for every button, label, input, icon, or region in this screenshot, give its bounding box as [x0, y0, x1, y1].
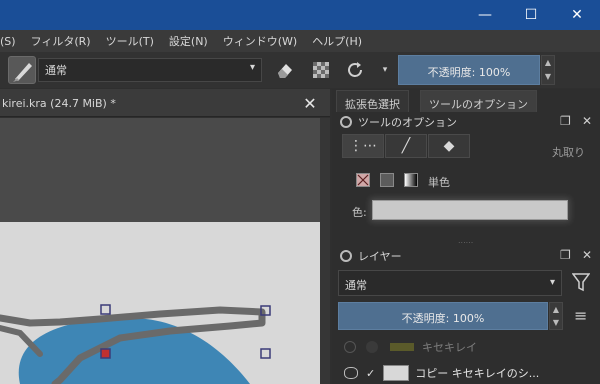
minimize-icon[interactable]: —	[462, 0, 508, 30]
menu-settings[interactable]: 設定(N)	[164, 33, 218, 49]
filter-icon[interactable]	[571, 272, 591, 295]
gradient-fill-swatch[interactable]	[404, 173, 418, 187]
blend-mode-select[interactable]: 通常 ▾	[38, 58, 262, 82]
layer-thumbnail	[390, 343, 414, 351]
menu-bar: (S) フィルタ(R) ツール(T) 設定(N) ウィンドウ(W) ヘルプ(H)	[0, 30, 600, 52]
eye-icon[interactable]	[344, 367, 358, 379]
menu-tools[interactable]: ツール(T)	[101, 33, 164, 49]
menu-help[interactable]: ヘルプ(H)	[307, 33, 372, 49]
solid-fill-swatch[interactable]	[380, 173, 394, 187]
tool-options-title: ツールのオプション	[358, 116, 457, 129]
tab-tool-options[interactable]: ツールのオプション	[420, 90, 537, 112]
menu-window[interactable]: ウィンドウ(W)	[218, 33, 307, 49]
tab-fill[interactable]: ◆	[428, 134, 470, 158]
close-docker-icon[interactable]: ✕	[582, 248, 592, 262]
maximize-icon[interactable]: ☐	[508, 0, 554, 30]
tab-extended-color-selector[interactable]: 拡張色選択	[336, 90, 409, 112]
layer-blend-mode-select[interactable]: 通常 ▾	[338, 270, 562, 296]
layer-blend-mode-value: 通常	[345, 279, 367, 292]
layer-thumbnail	[383, 365, 410, 381]
opacity-slider[interactable]: 不透明度: 100%	[398, 55, 540, 85]
menu-select[interactable]: (S)	[0, 35, 26, 48]
splitter-handle[interactable]: ......	[458, 236, 473, 245]
no-fill-swatch[interactable]	[356, 173, 370, 187]
document-tab-title: kirei.kra (24.7 MiB) *	[2, 97, 116, 110]
canvas-drawing[interactable]	[0, 118, 330, 384]
color-picker-field[interactable]	[372, 200, 568, 220]
canvas-scrollbar[interactable]	[320, 118, 330, 384]
close-docker-icon[interactable]: ✕	[582, 114, 592, 128]
layers-title: レイヤー	[358, 250, 402, 263]
visibility-icon[interactable]	[344, 341, 356, 353]
hamburger-menu-icon[interactable]: ≡	[574, 306, 587, 325]
layer-toggle-icon[interactable]	[366, 341, 378, 353]
tab-selection-mode[interactable]: ⋮⋯	[342, 134, 384, 158]
alpha-lock-icon[interactable]	[308, 58, 334, 82]
fill-mode-label: 単色	[428, 176, 450, 189]
opacity-spinner[interactable]: ▲ ▼	[541, 55, 555, 85]
chevron-down-icon: ▾	[249, 62, 255, 73]
layer-opacity-spinner[interactable]: ▲ ▼	[549, 302, 563, 330]
lock-icon[interactable]	[340, 116, 352, 128]
menu-filter[interactable]: フィルタ(R)	[26, 33, 101, 49]
layer-opacity-slider[interactable]: 不透明度: 100%	[338, 302, 548, 330]
layer-name[interactable]: コピー キセキレイのシ...	[415, 365, 539, 381]
side-label: 丸取り	[552, 146, 585, 159]
color-label: 色:	[352, 206, 367, 219]
document-tab[interactable]: kirei.kra (24.7 MiB) *	[0, 89, 330, 117]
brush-preset-icon[interactable]	[8, 56, 36, 84]
chevron-down-icon[interactable]: ▾	[372, 58, 398, 82]
checkmark-icon[interactable]: ✓	[366, 367, 375, 380]
tab-stroke[interactable]: ╱	[385, 134, 427, 158]
lock-icon[interactable]	[340, 250, 352, 262]
float-docker-icon[interactable]: ❐	[560, 114, 571, 128]
chevron-down-icon: ▾	[549, 277, 555, 288]
reload-preset-icon[interactable]	[342, 58, 368, 82]
layer-row[interactable]: キセキレイ	[338, 336, 588, 358]
layer-name[interactable]: キセキレイ	[422, 339, 477, 355]
close-icon[interactable]: ✕	[554, 0, 600, 30]
blend-mode-value: 通常	[45, 64, 67, 77]
eraser-icon[interactable]	[272, 58, 298, 82]
selected-path-node[interactable]	[100, 348, 111, 359]
layer-row[interactable]: ✓ コピー キセキレイのシ...	[338, 362, 588, 384]
close-document-icon[interactable]: ✕	[296, 89, 324, 117]
float-docker-icon[interactable]: ❐	[560, 248, 571, 262]
